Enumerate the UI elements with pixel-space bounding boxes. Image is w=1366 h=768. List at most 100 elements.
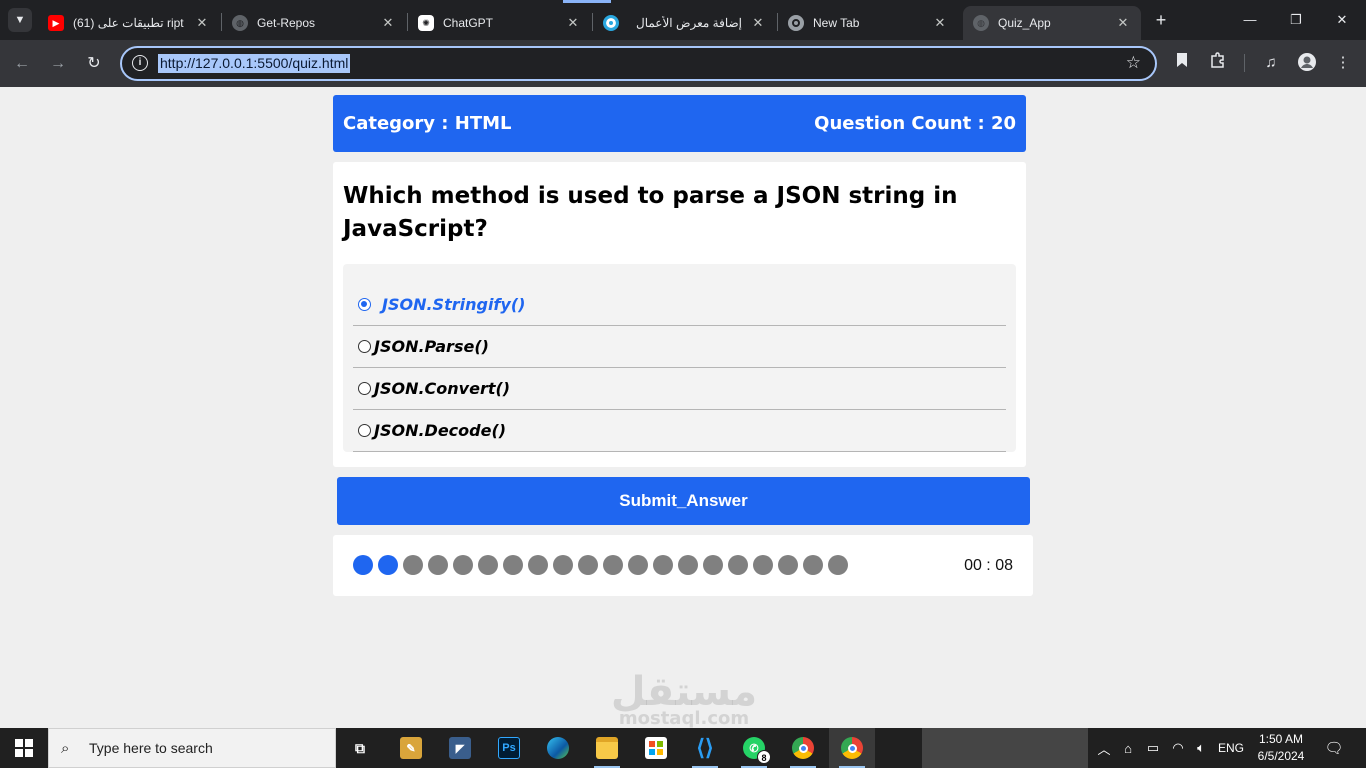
bookmark-icon[interactable] [1171,52,1193,74]
wifi-icon[interactable]: ◠ [1168,728,1188,768]
radio-button[interactable] [358,382,371,395]
answer-label[interactable]: JSON.Decode() [374,421,506,440]
notification-center-icon[interactable]: 🗨︎ [1318,728,1350,768]
progress-bullet [578,555,598,575]
taskbar-app-whatsapp[interactable]: ✆ 8 [731,728,777,768]
mostaql-icon [603,15,619,31]
tab-title: New Tab [813,16,860,30]
tab-youtube[interactable]: ▶ (61) تطبيقات على ript ✕ [38,6,220,40]
restore-icon[interactable]: ❐ [1286,10,1306,30]
radio-button[interactable] [358,424,371,437]
site-info-icon[interactable]: i [132,55,148,71]
taskbar-app-photoshop[interactable]: Ps [486,728,532,768]
answer-option[interactable]: JSON.Convert() [353,368,1006,410]
chatgpt-icon: ✺ [418,15,434,31]
search-icon: ⌕ [61,739,70,757]
profile-avatar-icon[interactable] [1296,52,1318,74]
minimize-icon[interactable]: — [1240,10,1260,30]
countdown-timer: 00 : 08 [964,557,1013,574]
volume-icon[interactable]: 🔈︎ [1190,728,1212,768]
back-arrow-icon[interactable]: ← [10,52,34,76]
category-label: Category : HTML [343,113,512,134]
windows-start-button[interactable] [0,728,48,768]
taskbar-app-chrome[interactable] [780,728,826,768]
windows-logo-icon [15,739,33,757]
submit-answer-button[interactable]: Submit_Answer [337,477,1030,525]
task-view-icon: ⧉ [355,739,365,756]
clock-date: 6/5/2024 [1257,749,1305,763]
taskbar-search-placeholder: Type here to search [89,740,213,756]
answer-label[interactable]: JSON.Stringify() [382,295,525,314]
answer-label[interactable]: JSON.Convert() [374,379,510,398]
close-icon[interactable]: ✕ [380,15,396,31]
answer-option[interactable]: JSON.Stringify() [353,284,1006,326]
mysql-workbench-icon: ◤ [449,737,471,759]
progress-bullet [728,555,748,575]
language-indicator[interactable]: ENG [1214,728,1248,768]
notification-badge: 8 [757,750,771,764]
new-tab-button[interactable]: + [1151,10,1171,30]
taskbar-app-chrome-active[interactable] [829,728,875,768]
taskbar-app-edge[interactable] [535,728,581,768]
taskbar-app-file-explorer[interactable] [584,728,630,768]
close-icon[interactable]: ✕ [194,15,210,31]
answer-option[interactable]: JSON.Decode() [353,410,1006,452]
address-bar[interactable]: i http://127.0.0.1:5500/quiz.html ☆ [120,46,1157,81]
close-icon[interactable]: ✕ [1115,15,1131,31]
network-usb-icon[interactable]: ⌂ [1118,728,1138,768]
progress-bullet [703,555,723,575]
reload-icon[interactable]: ↻ [82,52,106,76]
close-icon[interactable]: ✕ [932,15,948,31]
tab-search-button[interactable]: ▼ [8,8,32,32]
tab-mostaql[interactable]: إضافة معرض الأعمال ✕ [593,6,776,40]
answer-option[interactable]: JSON.Parse() [353,326,1006,368]
radio-button[interactable] [358,298,371,311]
tab-quiz-app[interactable]: ◍ Quiz_App ✕ [963,6,1141,40]
show-hidden-icons-chevron-icon[interactable]: ︿ [1094,728,1114,768]
forward-arrow-icon[interactable]: → [46,52,70,76]
taskbar-app-store[interactable] [633,728,679,768]
tab-title: إضافة معرض الأعمال [635,16,742,30]
whatsapp-icon: ✆ 8 [743,737,771,764]
quiz-area: Which method is used to parse a JSON str… [333,162,1026,467]
progress-bullet [653,555,673,575]
media-control-icon[interactable]: ♫ [1260,52,1282,74]
taskbar-app-vscode[interactable]: ⟨⟩ [682,728,728,768]
taskbar-search[interactable]: ⌕ Type here to search [48,728,336,768]
window-close-icon[interactable]: ✕ [1332,10,1352,30]
progress-bullet [553,555,573,575]
taskbar-clock[interactable]: 1:50 AM 6/5/2024 [1254,731,1308,765]
progress-bullet [503,555,523,575]
progress-bullet [803,555,823,575]
answer-label[interactable]: JSON.Parse() [374,337,489,356]
vscode-icon: ⟨⟩ [696,735,714,760]
close-icon[interactable]: ✕ [565,15,581,31]
task-view-button[interactable]: ⧉ [337,728,383,768]
battery-icon[interactable]: ▭ [1142,728,1164,768]
progress-bullet [403,555,423,575]
taskbar-app-tools[interactable]: ✎ [388,728,434,768]
question-count-label: Question Count : 20 [814,113,1016,134]
chrome-icon [788,15,804,31]
tab-new-tab[interactable]: New Tab ✕ [778,6,958,40]
question-title: Which method is used to parse a JSON str… [343,183,958,242]
taskbar-app-mysql[interactable]: ◤ [437,728,483,768]
tab-chatgpt[interactable]: ✺ ChatGPT ✕ [408,6,591,40]
url-text[interactable]: http://127.0.0.1:5500/quiz.html [158,54,351,73]
progress-bullet [603,555,623,575]
store-icon [645,737,667,759]
folder-icon [596,737,618,759]
youtube-icon: ▶ [48,15,64,31]
extensions-puzzle-icon[interactable] [1207,52,1229,74]
browser-tab-strip: ▼ ▶ (61) تطبيقات على ript ✕ ◍ Get-Repos … [0,0,1366,40]
tab-get-repos[interactable]: ◍ Get-Repos ✕ [222,6,406,40]
radio-button[interactable] [358,340,371,353]
tab-loading-indicator [563,0,611,3]
tools-icon: ✎ [400,737,422,759]
close-icon[interactable]: ✕ [750,15,766,31]
watermark-latin: mostaql.com [618,708,750,729]
bookmark-star-icon[interactable]: ☆ [1126,53,1141,73]
more-menu-icon[interactable]: ⋮ [1332,52,1354,74]
tab-title: Quiz_App [998,16,1051,30]
taskbar-empty-region [922,728,1088,768]
